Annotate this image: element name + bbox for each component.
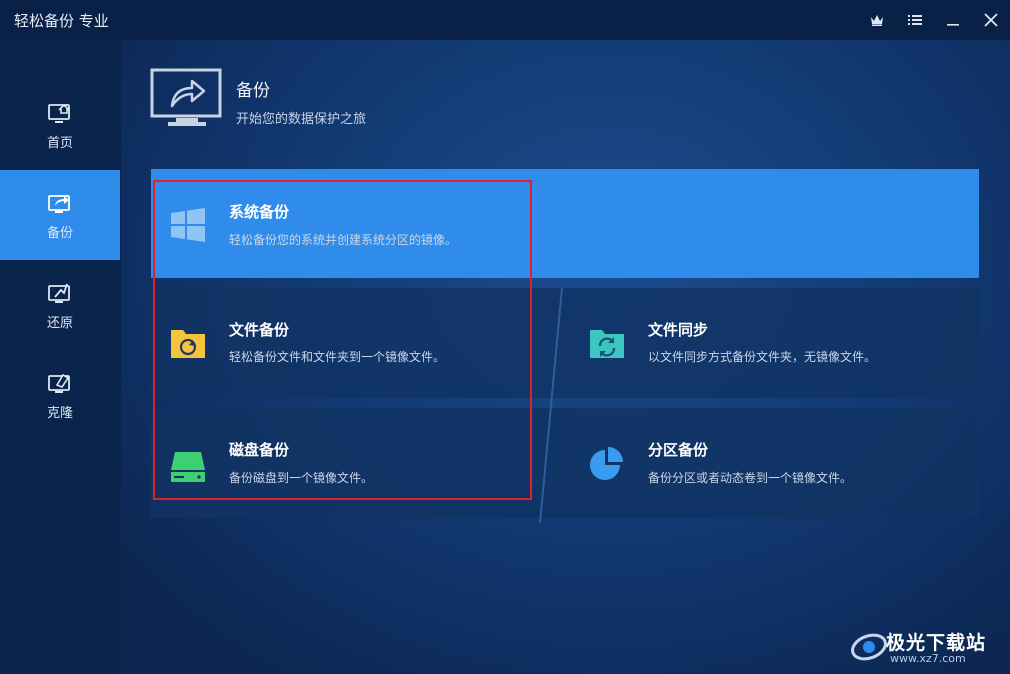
sidebar-item-clone[interactable]: 克隆 — [0, 350, 120, 440]
close-icon[interactable] — [972, 0, 1010, 40]
watermark-logo-icon — [851, 633, 887, 661]
title-bar: 轻松备份 专业 — [0, 0, 1010, 40]
sidebar-item-label: 备份 — [46, 225, 73, 241]
crown-icon[interactable] — [858, 0, 896, 40]
highlight-box — [153, 180, 532, 500]
restore-monitor-icon — [48, 283, 70, 303]
pie-partition-icon — [590, 447, 623, 480]
column-divider — [539, 288, 563, 523]
sidebar-item-label: 还原 — [46, 315, 73, 331]
sidebar-item-label: 首页 — [46, 135, 73, 151]
watermark: 极光下载站 www.xz7.com — [850, 628, 1000, 668]
clone-monitor-icon — [48, 373, 70, 393]
folder-sync-icon — [590, 330, 624, 358]
watermark-text: 极光下载站 — [886, 632, 987, 654]
file-sync-desc: 以文件同步方式备份文件夹，无镜像文件。 — [648, 350, 877, 364]
page-title: 备份 — [236, 81, 270, 101]
sidebar: 首页 备份 还原 克隆 — [0, 40, 122, 674]
sidebar-item-home[interactable]: 首页 — [0, 80, 120, 170]
app-title: 轻松备份 专业 — [14, 12, 109, 30]
page-subtitle: 开始您的数据保护之旅 — [236, 112, 367, 127]
home-monitor-icon — [48, 103, 70, 123]
file-sync-card[interactable]: 文件同步 以文件同步方式备份文件夹，无镜像文件。 — [570, 288, 979, 398]
sidebar-item-label: 克隆 — [46, 405, 73, 421]
partition-backup-title: 分区备份 — [648, 441, 709, 459]
backup-monitor-icon — [48, 194, 70, 213]
window-controls — [858, 0, 1010, 40]
watermark-url: www.xz7.com — [890, 652, 966, 665]
partition-backup-desc: 备份分区或者动态卷到一个镜像文件。 — [648, 471, 853, 485]
main-panel: 备份 开始您的数据保护之旅 系统备份 轻松备份您的系统并创建系统分区的镜像。 文… — [122, 40, 1010, 674]
sidebar-item-restore[interactable]: 还原 — [0, 260, 120, 350]
file-sync-title: 文件同步 — [648, 321, 709, 339]
sidebar-item-backup[interactable]: 备份 — [0, 170, 120, 260]
menu-icon[interactable] — [896, 0, 934, 40]
backup-hero-icon — [150, 68, 222, 126]
partition-backup-card[interactable]: 分区备份 备份分区或者动态卷到一个镜像文件。 — [570, 408, 979, 518]
minimize-icon[interactable] — [934, 0, 972, 40]
